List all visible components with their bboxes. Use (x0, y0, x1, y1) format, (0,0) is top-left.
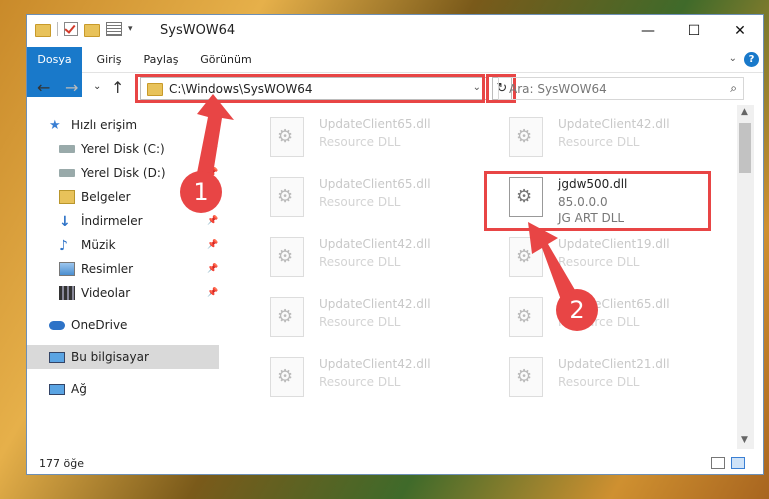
annotation-badge-2: 2 (556, 289, 598, 331)
arrow-2 (528, 222, 575, 300)
annotation-badge-1: 1 (180, 171, 222, 213)
annotation-arrows (196, 94, 575, 300)
arrow-1 (196, 94, 234, 180)
